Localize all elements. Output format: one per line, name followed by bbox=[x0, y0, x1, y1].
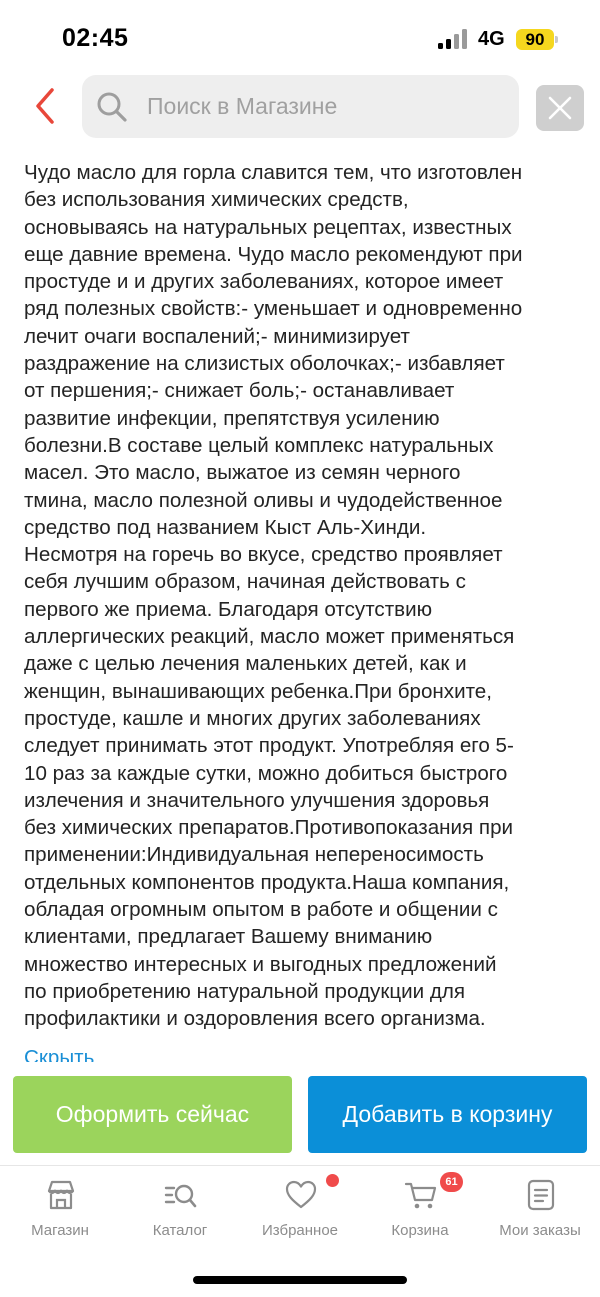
product-description: Чудо масло для горла славится тем, что и… bbox=[24, 159, 580, 1059]
description-line: без использования химических средств, bbox=[24, 188, 409, 212]
collapse-link[interactable]: Скрыть bbox=[24, 1044, 94, 1062]
checkout-now-button[interactable]: Оформить сейчас bbox=[13, 1076, 292, 1153]
store-icon bbox=[47, 1180, 75, 1210]
back-button[interactable] bbox=[26, 84, 66, 128]
description-line: тмина, масло полезной оливы и чудодейств… bbox=[24, 488, 503, 512]
description-line: множество интересных и выгодных предложе… bbox=[24, 952, 497, 976]
description-line: применении:Индивидуальная непереносимост… bbox=[24, 843, 484, 867]
favorites-notification-dot bbox=[326, 1174, 339, 1187]
catalog-search-icon bbox=[164, 1184, 197, 1208]
search-input[interactable]: Поиск в Магазине bbox=[82, 75, 519, 138]
orders-icon bbox=[527, 1179, 555, 1211]
tab-label: Корзина bbox=[391, 1222, 449, 1239]
description-line: даже с целью лечения маленьких детей, ка… bbox=[24, 652, 467, 676]
description-line: 10 раз за каждые сутки, можно добиться б… bbox=[24, 761, 508, 785]
description-line: отдельных компонентов продукта.Наша комп… bbox=[24, 870, 510, 894]
description-line: Несмотря на горечь во вкусе, средство пр… bbox=[24, 543, 503, 567]
cart-icon bbox=[404, 1182, 437, 1209]
tab-store[interactable]: Магазин bbox=[5, 1166, 115, 1256]
description-line: клиентами, предлагает Вашему вниманию bbox=[24, 925, 433, 949]
tab-label: Мои заказы bbox=[499, 1222, 581, 1239]
description-line: профилактики и оздоровления всего органи… bbox=[24, 1007, 486, 1031]
description-line: первого же приема. Благодаря отсутствию bbox=[24, 597, 433, 621]
bottom-tab-bar: Магазин Каталог Избранное Корзина Мои за… bbox=[0, 1165, 600, 1255]
search-placeholder: Поиск в Магазине bbox=[147, 93, 338, 119]
description-line: обладая огромным опытом в работе и общен… bbox=[24, 898, 498, 922]
description-line: излечения и значительного улучшения здор… bbox=[24, 788, 490, 812]
description-line: по приобретению натуральной продукции дл… bbox=[24, 979, 466, 1003]
signal-icon bbox=[438, 29, 468, 49]
header: Поиск в Магазине bbox=[0, 74, 600, 140]
status-bar: 02:45 4G 90 bbox=[0, 0, 600, 72]
description-line: от першения;- снижает боль;- останавлива… bbox=[24, 379, 455, 403]
tab-orders[interactable]: Мои заказы bbox=[485, 1166, 595, 1256]
description-line: еще давние времена. Чудо масло рекоменду… bbox=[24, 242, 523, 266]
network-type: 4G bbox=[478, 28, 505, 50]
chevron-left-icon bbox=[36, 88, 54, 124]
home-indicator[interactable] bbox=[193, 1276, 407, 1284]
tab-label: Избранное bbox=[261, 1222, 339, 1239]
battery-icon: 90 bbox=[516, 29, 554, 50]
cart-count-badge: 61 bbox=[440, 1172, 463, 1192]
tab-catalog[interactable]: Каталог bbox=[125, 1166, 235, 1256]
heart-icon bbox=[285, 1180, 317, 1209]
description-line: развитие инфекции, препятствуя усилению bbox=[24, 406, 440, 430]
description-line: раздражение на слизистых оболочках;- изб… bbox=[24, 352, 505, 376]
battery-cap bbox=[555, 36, 558, 43]
close-button[interactable] bbox=[536, 85, 584, 131]
description-line: лечит очаги воспалений;- минимизирует bbox=[24, 324, 410, 348]
description-line: основываясь на натуральных рецептах, изв… bbox=[24, 215, 512, 239]
tab-label: Магазин bbox=[31, 1222, 89, 1239]
description-line: следует принимать этот продукт. Употребл… bbox=[24, 734, 514, 758]
tab-label: Каталог bbox=[152, 1222, 208, 1239]
description-line: аллергических реакций, масло может приме… bbox=[24, 625, 515, 649]
status-time: 02:45 bbox=[62, 24, 129, 52]
description-line: средство под названием Кыст Аль-Хинди. bbox=[24, 515, 427, 539]
description-line: масел. Это масло, выжатое из семян черно… bbox=[24, 461, 461, 485]
description-line: без химических препаратов.Противопоказан… bbox=[24, 816, 514, 840]
search-icon bbox=[97, 92, 127, 122]
description-line: себя лучшим образом, начиная действовать… bbox=[24, 570, 466, 594]
description-line: болезни.В составе целый комплекс натурал… bbox=[24, 433, 494, 457]
close-icon bbox=[548, 96, 572, 120]
add-to-cart-button[interactable]: Добавить в корзину bbox=[308, 1076, 587, 1153]
description-line: Чудо масло для горла славится тем, что и… bbox=[24, 161, 523, 184]
description-line: простуде и и других заболеваниях, которо… bbox=[24, 270, 504, 294]
description-line: женщин, вынашивающих ребенка.При бронхит… bbox=[24, 679, 492, 703]
description-line: ряд полезных свойств:- уменьшает и однов… bbox=[24, 297, 523, 321]
description-line: простуде, кашле и многих других заболева… bbox=[24, 706, 481, 730]
